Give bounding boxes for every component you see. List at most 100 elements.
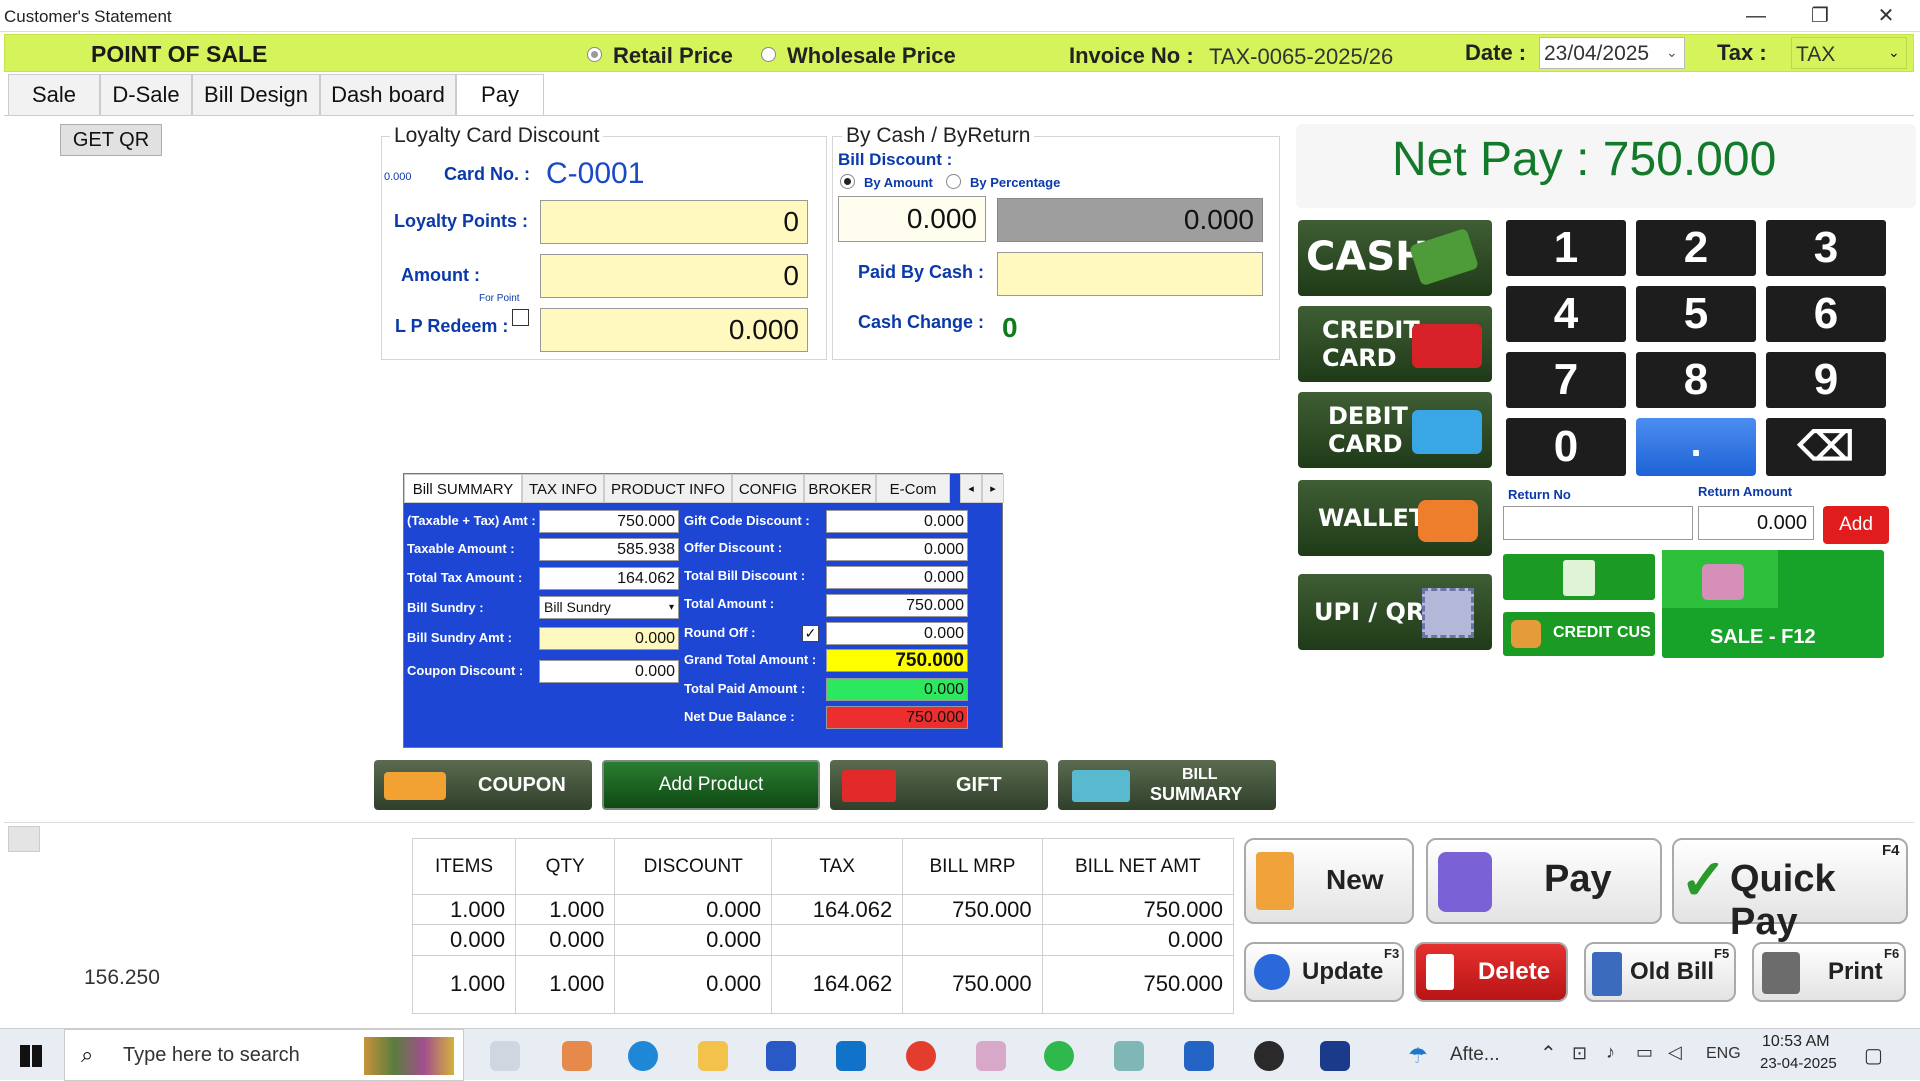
store-icon[interactable]	[766, 1041, 796, 1071]
quick-pay-button[interactable]: ✓ Quick Pay F4	[1672, 838, 1908, 943]
tab-dash-board[interactable]: Dash board	[320, 74, 456, 116]
document-eye-icon	[1563, 560, 1595, 596]
print-button[interactable]: Print F6	[1752, 942, 1906, 1002]
wallet-button[interactable]: WALLET	[1298, 480, 1492, 556]
discount-field[interactable]: 0.000	[838, 196, 986, 242]
tab-scroll-left-icon[interactable]: ◂	[960, 474, 982, 503]
file-explorer-icon[interactable]	[698, 1041, 728, 1071]
view-document-button[interactable]	[1503, 554, 1655, 600]
card-no-value: C-0001	[546, 157, 645, 190]
key-8[interactable]: 8	[1636, 352, 1756, 408]
clock-time[interactable]: 10:53 AM	[1762, 1033, 1830, 1051]
window-title: Customer's Statement	[4, 7, 172, 26]
key-6[interactable]: 6	[1766, 286, 1886, 342]
update-button[interactable]: Update F3	[1244, 942, 1404, 1002]
summary-tab-e-com[interactable]: E-Com	[876, 474, 950, 503]
amount-field[interactable]: 0	[540, 254, 808, 298]
lp-redeem-label: L P Redeem :	[395, 316, 509, 336]
round-off-checkbox[interactable]: ✓	[802, 625, 819, 642]
chrome-icon[interactable]	[906, 1041, 936, 1071]
wholesale-price-radio[interactable]	[761, 47, 776, 62]
key-decimal[interactable]: .	[1636, 418, 1756, 476]
upi-qr-button[interactable]: UPI / QR	[1298, 574, 1492, 650]
close-button[interactable]: ✕	[1858, 2, 1914, 30]
key-0[interactable]: 0	[1506, 418, 1626, 476]
windows-start-icon[interactable]	[20, 1045, 42, 1067]
bill-sundry-select[interactable]: Bill Sundry ▾	[539, 596, 679, 619]
by-amount-radio[interactable]	[840, 174, 855, 189]
wallet-label: WALLET	[1318, 504, 1426, 532]
get-qr-button[interactable]: GET QR	[60, 124, 162, 156]
key-3[interactable]: 3	[1766, 220, 1886, 276]
summary-label: Bill Sundry Amt :	[407, 630, 512, 645]
date-picker[interactable]: 23/04/2025 ⌄	[1539, 37, 1685, 69]
language-indicator[interactable]: ENG	[1706, 1045, 1741, 1063]
tax-select[interactable]: TAX ⌄	[1791, 37, 1907, 69]
tab-bill-design[interactable]: Bill Design	[192, 74, 320, 116]
new-button[interactable]: New	[1244, 838, 1414, 924]
outlook-icon[interactable]	[836, 1041, 866, 1071]
credit-customer-button[interactable]: CREDIT CUS	[1503, 612, 1655, 656]
edge-icon[interactable]	[628, 1041, 658, 1071]
by-percentage-radio[interactable]	[946, 174, 961, 189]
summary-tab-bill-summary[interactable]: Bill SUMMARY	[404, 474, 522, 503]
tab-scroll-right-icon[interactable]: ▸	[982, 474, 1004, 503]
snipping-icon[interactable]	[976, 1041, 1006, 1071]
pay-button[interactable]: Pay	[1426, 838, 1662, 924]
copilot-icon[interactable]	[562, 1041, 592, 1071]
bill-summary-icon	[1072, 770, 1130, 802]
coupon-discount-field[interactable]: 0.000	[539, 660, 679, 683]
app-icon[interactable]	[1254, 1041, 1284, 1071]
key-7[interactable]: 7	[1506, 352, 1626, 408]
cash-button[interactable]: CASH	[1298, 220, 1492, 296]
notifications-icon[interactable]: ▢	[1864, 1043, 1883, 1068]
return-add-button[interactable]: Add	[1823, 506, 1889, 544]
retail-price-radio[interactable]	[587, 47, 602, 62]
bill-sundry-amount-field[interactable]: 0.000	[539, 627, 679, 650]
return-no-field[interactable]	[1503, 506, 1693, 540]
coupon-button[interactable]: COUPON	[374, 760, 592, 810]
loyalty-points-field[interactable]: 0	[540, 200, 808, 244]
minimize-button[interactable]: —	[1728, 2, 1784, 30]
app-icon[interactable]	[1114, 1041, 1144, 1071]
lp-redeem-field[interactable]: 0.000	[540, 308, 808, 352]
key-9[interactable]: 9	[1766, 352, 1886, 408]
pos-app-icon[interactable]	[1320, 1041, 1350, 1071]
old-bill-button[interactable]: Old Bill F5	[1584, 942, 1736, 1002]
sale-f12-button[interactable]: SALE - F12	[1662, 550, 1884, 658]
credit-card-button[interactable]: CREDIT CARD	[1298, 306, 1492, 382]
summary-tab-broker[interactable]: BROKER	[804, 474, 876, 503]
gift-label: GIFT	[956, 774, 1002, 796]
network-icon[interactable]: ⊡	[1572, 1043, 1587, 1064]
key-1[interactable]: 1	[1506, 220, 1626, 276]
gift-button[interactable]: GIFT	[830, 760, 1048, 810]
backspace-key[interactable]: ⌫	[1766, 418, 1886, 476]
bill-summary-button[interactable]: BILL SUMMARY	[1058, 760, 1276, 810]
clock-date[interactable]: 23-04-2025	[1760, 1055, 1837, 1072]
summary-tab-config[interactable]: CONFIG	[732, 474, 804, 503]
delete-button[interactable]: Delete	[1414, 942, 1568, 1002]
whatsapp-icon[interactable]	[1044, 1041, 1074, 1071]
lp-redeem-checkbox[interactable]	[512, 309, 529, 326]
microphone-icon[interactable]: ♪	[1606, 1042, 1615, 1063]
return-amount-field[interactable]: 0.000	[1698, 506, 1814, 540]
chevron-up-icon[interactable]: ⌃	[1540, 1041, 1557, 1066]
summary-tab-tax-info[interactable]: TAX INFO	[522, 474, 604, 503]
summary-tab-product-info[interactable]: PRODUCT INFO	[604, 474, 732, 503]
debit-card-button[interactable]: DEBIT CARD	[1298, 392, 1492, 468]
app-icon[interactable]	[1184, 1041, 1214, 1071]
key-2[interactable]: 2	[1636, 220, 1756, 276]
weather-text[interactable]: Afte...	[1450, 1044, 1500, 1066]
key-5[interactable]: 5	[1636, 286, 1756, 342]
key-4[interactable]: 4	[1506, 286, 1626, 342]
volume-icon[interactable]: ◁	[1668, 1042, 1682, 1063]
task-view-icon[interactable]	[490, 1041, 520, 1071]
by-amount-label: By Amount	[864, 175, 933, 190]
tab-pay[interactable]: Pay	[456, 74, 544, 116]
tab-sale[interactable]: Sale	[8, 74, 100, 116]
tab-d-sale[interactable]: D-Sale	[100, 74, 192, 116]
restore-button[interactable]: ❐	[1792, 2, 1848, 30]
add-product-button[interactable]: Add Product	[602, 760, 820, 810]
paid-by-cash-field[interactable]	[997, 252, 1263, 296]
display-icon[interactable]: ▭	[1636, 1042, 1653, 1063]
